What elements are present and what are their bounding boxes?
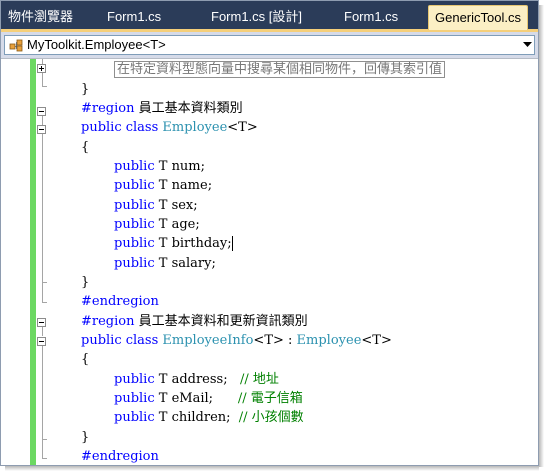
outline-end-tick xyxy=(42,86,47,87)
collapse-region-icon[interactable] xyxy=(37,318,46,327)
code-line: } xyxy=(81,82,90,97)
code-line: public T eMail; // 電子信箱 xyxy=(114,391,303,406)
text-cursor xyxy=(231,236,233,251)
code-line: 在特定資料型態向量中搜尋某個相同物件，回傳其索引值 xyxy=(114,60,446,79)
collapse-class-icon[interactable] xyxy=(37,125,46,134)
type-member-dropdown[interactable]: MyToolkit.Employee<T> xyxy=(4,35,535,55)
outline-end-tick xyxy=(42,458,47,459)
outline-line xyxy=(42,134,43,282)
code-line: public T birthday; xyxy=(114,236,233,251)
code-editor[interactable]: 在特定資料型態向量中搜尋某個相同物件，回傳其索引值 } #region 員工基本… xyxy=(1,59,538,465)
tab-form1-cs-2[interactable]: Form1.cs xyxy=(338,5,404,29)
code-line: public T name; xyxy=(114,178,213,193)
code-line: public class EmployeeInfo<T> : Employee<… xyxy=(81,333,392,348)
outline-line xyxy=(42,346,43,439)
collapse-class-icon[interactable] xyxy=(37,337,46,346)
tab-form1-design[interactable]: Form1.cs [設計] xyxy=(205,5,308,29)
code-line: public T num; xyxy=(114,159,206,174)
code-line: } xyxy=(81,430,90,445)
document-tab-bar: 物件瀏覽器 Form1.cs Form1.cs [設計] Form1.cs Ge… xyxy=(1,1,538,32)
outline-line xyxy=(42,283,43,302)
outline-line xyxy=(42,116,43,125)
code-line: #endregion xyxy=(81,449,159,464)
outline-end-tick xyxy=(42,302,47,303)
outline-line xyxy=(42,327,43,336)
code-line: public T address; // 地址 xyxy=(114,372,279,387)
code-line: public T age; xyxy=(114,217,200,232)
code-line: { xyxy=(81,352,90,367)
code-editor-window: 物件瀏覽器 Form1.cs Form1.cs [設計] Form1.cs Ge… xyxy=(0,0,539,466)
code-line: #region 員工基本資料和更新資訊類別 xyxy=(81,314,308,329)
code-line: public class Employee<T> xyxy=(81,120,258,135)
chevron-down-icon[interactable] xyxy=(523,42,532,48)
tab-form1-cs[interactable]: Form1.cs xyxy=(101,5,167,29)
tab-generictool-cs[interactable]: GenericTool.cs xyxy=(428,5,528,30)
code-line: public T salary; xyxy=(114,256,216,271)
code-text-area[interactable]: 在特定資料型態向量中搜尋某個相同物件，回傳其索引值 } #region 員工基本… xyxy=(51,59,537,465)
code-line: public T children; // 小孩個數 xyxy=(114,410,304,425)
code-line: #region 員工基本資料類別 xyxy=(81,101,243,116)
code-line: { xyxy=(81,140,90,155)
code-line: public T sex; xyxy=(114,198,198,213)
navigation-bar: MyToolkit.Employee<T> xyxy=(1,32,538,59)
outlining-margin xyxy=(36,59,50,465)
outline-line xyxy=(42,73,43,86)
outline-line xyxy=(42,440,43,458)
selection-margin[interactable] xyxy=(1,59,29,465)
expand-region-icon[interactable] xyxy=(37,64,46,73)
code-line: } xyxy=(81,275,90,290)
collapsed-summary-comment[interactable]: 在特定資料型態向量中搜尋某個相同物件，回傳其索引值 xyxy=(114,61,446,78)
code-line: #endregion xyxy=(81,294,159,309)
class-icon xyxy=(9,39,23,52)
collapse-region-icon[interactable] xyxy=(37,107,46,116)
selected-type-label: MyToolkit.Employee<T> xyxy=(27,37,166,52)
tab-object-browser[interactable]: 物件瀏覽器 xyxy=(2,5,79,29)
